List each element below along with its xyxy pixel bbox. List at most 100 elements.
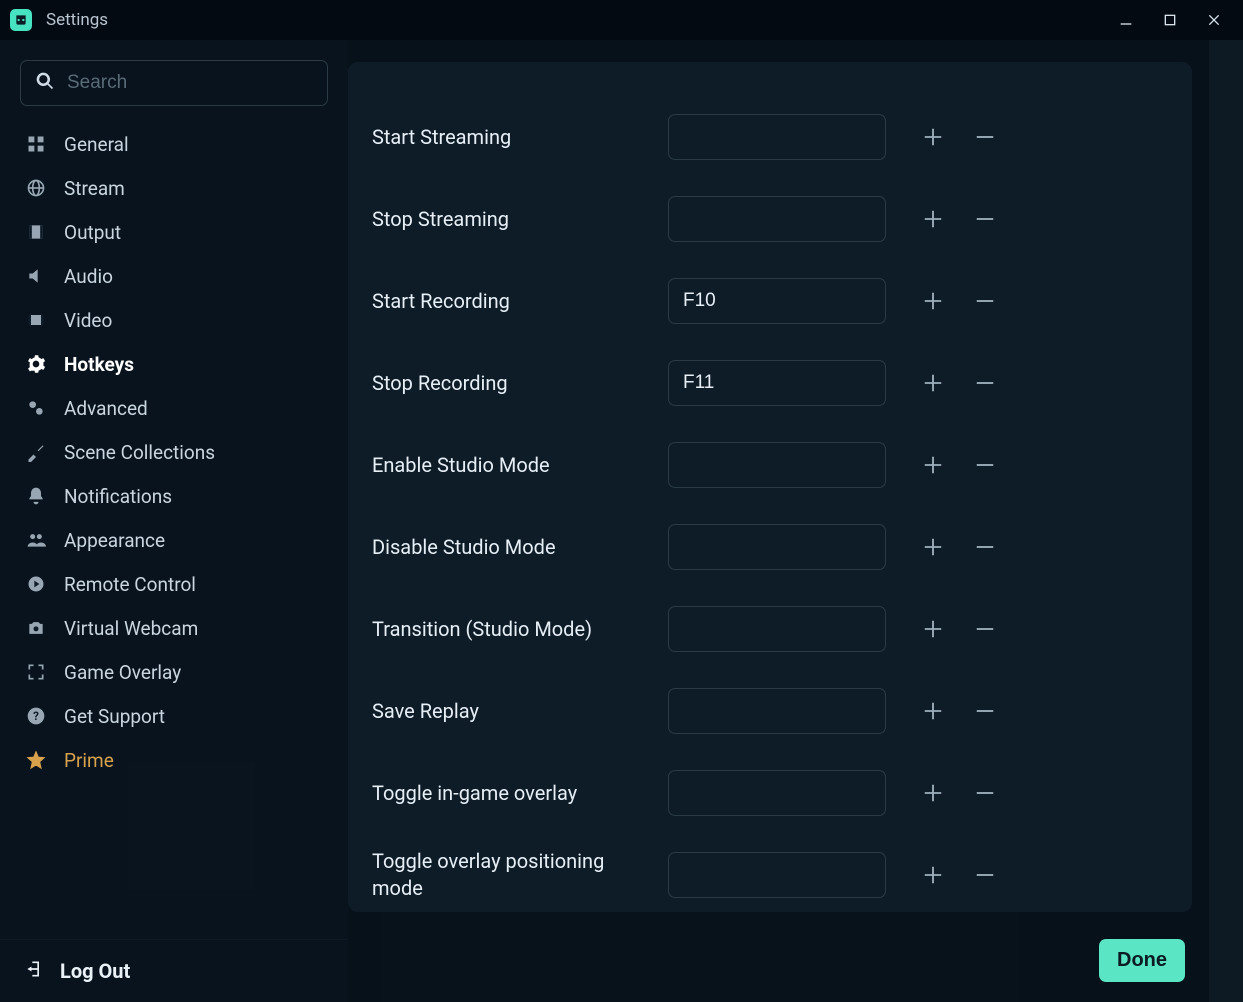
sidebar-item-label: Prime [64, 749, 114, 772]
hotkey-label: Toggle in-game overlay [372, 780, 668, 807]
remove-hotkey-button[interactable] [968, 694, 1002, 728]
remove-hotkey-button[interactable] [968, 284, 1002, 318]
add-hotkey-button[interactable] [916, 284, 950, 318]
add-hotkey-button[interactable] [916, 120, 950, 154]
hotkey-label: Stop Recording [372, 370, 668, 397]
hotkey-row-toggle-overlay-positioning: Toggle overlay positioning mode [372, 834, 1192, 912]
sidebar-item-output[interactable]: Output [0, 210, 348, 254]
sidebar-item-label: Get Support [64, 705, 165, 728]
camera-icon [24, 618, 48, 638]
hotkey-label: Toggle overlay positioning mode [372, 848, 668, 902]
sidebar-item-label: Remote Control [64, 573, 196, 596]
hotkey-row-transition: Transition (Studio Mode) [372, 588, 1192, 670]
add-hotkey-button[interactable] [916, 202, 950, 236]
tools-icon [24, 442, 48, 462]
settings-window: General Stream Output Audio Video Hotkey… [0, 40, 1243, 1002]
remove-hotkey-button[interactable] [968, 776, 1002, 810]
video-icon [24, 310, 48, 330]
logout-button[interactable]: Log Out [0, 940, 348, 1002]
remove-hotkey-button[interactable] [968, 530, 1002, 564]
sidebar-item-label: General [64, 133, 129, 156]
search-input[interactable] [67, 72, 313, 94]
sidebar-item-label: Audio [64, 265, 113, 288]
close-button[interactable] [1205, 11, 1223, 29]
sidebar-item-label: Game Overlay [64, 661, 181, 684]
hotkey-row-disable-studio-mode: Disable Studio Mode [372, 506, 1192, 588]
hotkey-label: Save Replay [372, 698, 668, 725]
remove-hotkey-button[interactable] [968, 202, 1002, 236]
done-button[interactable]: Done [1099, 939, 1185, 982]
sidebar-item-prime[interactable]: Prime [0, 738, 348, 782]
grid-icon [24, 134, 48, 154]
hotkey-input-toggle-overlay[interactable] [668, 770, 886, 816]
hotkey-row-stop-recording: Stop Recording [372, 342, 1192, 424]
sidebar-item-video[interactable]: Video [0, 298, 348, 342]
sidebar-nav: General Stream Output Audio Video Hotkey… [0, 118, 348, 893]
hotkey-input-stop-recording[interactable] [668, 360, 886, 406]
logout-icon [24, 959, 44, 984]
window-title: Settings [46, 10, 108, 30]
hotkey-input-start-recording[interactable] [668, 278, 886, 324]
hotkey-input-toggle-overlay-positioning[interactable] [668, 852, 886, 898]
add-hotkey-button[interactable] [916, 694, 950, 728]
hotkey-row-toggle-overlay: Toggle in-game overlay [372, 752, 1192, 834]
sidebar-item-label: Output [64, 221, 121, 244]
sidebar-item-hotkeys[interactable]: Hotkeys [0, 342, 348, 386]
sidebar-item-general[interactable]: General [0, 122, 348, 166]
remove-hotkey-button[interactable] [968, 448, 1002, 482]
search-input-wrap[interactable] [20, 60, 328, 106]
sidebar-item-label: Hotkeys [64, 353, 134, 376]
svg-text:?: ? [33, 709, 39, 723]
hotkey-input-enable-studio-mode[interactable] [668, 442, 886, 488]
expand-icon [24, 662, 48, 682]
hotkey-input-start-streaming[interactable] [668, 114, 886, 160]
add-hotkey-button[interactable] [916, 858, 950, 892]
add-hotkey-button[interactable] [916, 612, 950, 646]
hotkey-label: Stop Streaming [372, 206, 668, 233]
remove-hotkey-button[interactable] [968, 612, 1002, 646]
sidebar-item-stream[interactable]: Stream [0, 166, 348, 210]
remove-hotkey-button[interactable] [968, 120, 1002, 154]
volume-icon [24, 266, 48, 286]
maximize-button[interactable] [1161, 11, 1179, 29]
sidebar-item-label: Virtual Webcam [64, 617, 198, 640]
play-circle-icon [24, 574, 48, 594]
sidebar-item-label: Stream [64, 177, 125, 200]
add-hotkey-button[interactable] [916, 366, 950, 400]
hotkey-input-transition[interactable] [668, 606, 886, 652]
people-icon [24, 530, 48, 550]
hotkey-row-start-streaming: Start Streaming [372, 96, 1192, 178]
sidebar-item-scene-collections[interactable]: Scene Collections [0, 430, 348, 474]
minimize-button[interactable] [1117, 11, 1135, 29]
sidebar-item-get-support[interactable]: ? Get Support [0, 694, 348, 738]
sidebar-item-appearance[interactable]: Appearance [0, 518, 348, 562]
search-icon [35, 71, 55, 95]
film-icon [24, 222, 48, 242]
hotkey-input-stop-streaming[interactable] [668, 196, 886, 242]
window-controls [1117, 11, 1233, 29]
globe-icon [24, 178, 48, 198]
sidebar-item-label: Scene Collections [64, 441, 215, 464]
add-hotkey-button[interactable] [916, 530, 950, 564]
sidebar-item-notifications[interactable]: Notifications [0, 474, 348, 518]
add-hotkey-button[interactable] [916, 448, 950, 482]
sidebar-item-remote-control[interactable]: Remote Control [0, 562, 348, 606]
sidebar-item-game-overlay[interactable]: Game Overlay [0, 650, 348, 694]
hotkey-input-save-replay[interactable] [668, 688, 886, 734]
remove-hotkey-button[interactable] [968, 366, 1002, 400]
hotkeys-panel: Start Streaming Stop Streaming Start Rec… [348, 62, 1192, 912]
hotkey-input-disable-studio-mode[interactable] [668, 524, 886, 570]
sidebar-item-audio[interactable]: Audio [0, 254, 348, 298]
hotkey-row-stop-streaming: Stop Streaming [372, 178, 1192, 260]
sidebar-item-label: Appearance [64, 529, 165, 552]
hotkey-row-save-replay: Save Replay [372, 670, 1192, 752]
sidebar-item-virtual-webcam[interactable]: Virtual Webcam [0, 606, 348, 650]
sidebar-item-advanced[interactable]: Advanced [0, 386, 348, 430]
hotkey-label: Disable Studio Mode [372, 534, 668, 561]
sidebar-item-label: Notifications [64, 485, 172, 508]
hotkey-label: Start Recording [372, 288, 668, 315]
remove-hotkey-button[interactable] [968, 858, 1002, 892]
hotkey-label: Enable Studio Mode [372, 452, 668, 479]
question-icon: ? [24, 706, 48, 726]
add-hotkey-button[interactable] [916, 776, 950, 810]
